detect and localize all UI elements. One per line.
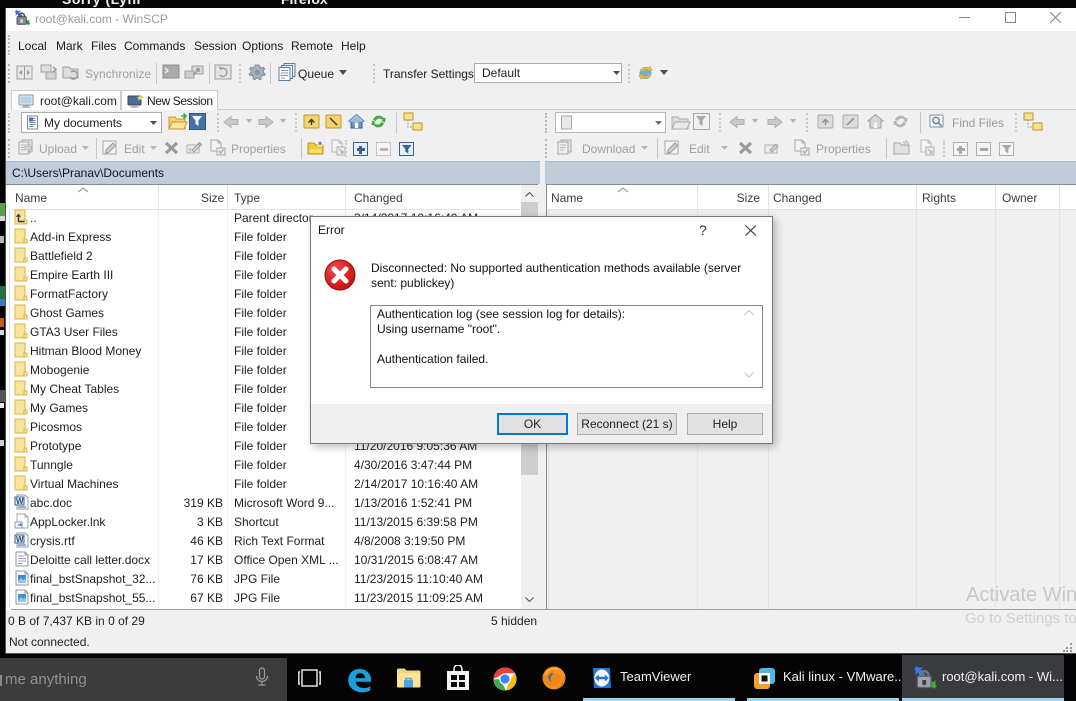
svg-text:W: W — [16, 497, 24, 506]
svg-text:W: W — [16, 535, 24, 544]
svg-text:x: x — [189, 148, 192, 154]
